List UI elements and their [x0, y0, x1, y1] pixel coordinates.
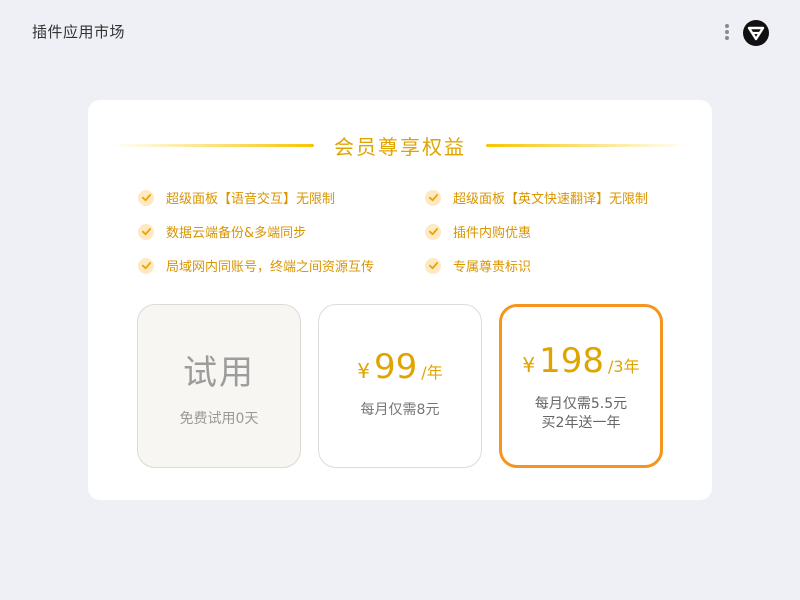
membership-heading: 会员尊享权益	[334, 134, 466, 159]
plan-3year-option[interactable]: ¥ 198 /3年 每月仅需5.5元 买2年送一年	[499, 304, 663, 468]
benefit-label: 插件内购优惠	[453, 226, 532, 241]
check-icon	[425, 223, 441, 240]
more-vertical-icon-dot	[725, 36, 729, 40]
benefit-label: 超级面板【英文快速翻译】无限制	[453, 192, 649, 207]
check-icon	[425, 257, 441, 274]
price-note-line: 每月仅需5.5元	[534, 396, 628, 412]
heading-row: 会员尊享权益	[112, 130, 688, 160]
logo-icon[interactable]	[743, 20, 769, 46]
price-row: ¥ 99 /年	[319, 347, 481, 387]
benefit-label: 局域网内同账号，终端之间资源互传	[166, 260, 375, 275]
price-note-line: 买2年送一年	[541, 415, 621, 431]
plan-trial-option[interactable]: 试用 免费试用0天	[137, 304, 301, 468]
price-row: ¥ 198 /3年	[502, 341, 660, 381]
price-period: /年	[421, 363, 443, 382]
benefit-item: 局域网内同账号，终端之间资源互传	[138, 256, 374, 275]
benefit-item: 数据云端备份&多端同步	[138, 222, 306, 241]
more-vertical-icon-dot	[725, 30, 729, 34]
price-note: 每月仅需5.5元 买2年送一年	[502, 395, 660, 433]
more-options-button[interactable]	[720, 22, 734, 42]
check-icon	[138, 257, 154, 274]
heading-divider-right	[486, 143, 688, 147]
benefit-item: 插件内购优惠	[425, 222, 531, 241]
check-icon	[138, 189, 154, 206]
check-icon	[138, 223, 154, 240]
benefit-item: 超级面板【英文快速翻译】无限制	[425, 188, 648, 207]
currency-symbol: ¥	[357, 359, 371, 383]
benefit-label: 数据云端备份&多端同步	[166, 226, 307, 241]
benefit-item: 超级面板【语音交互】无限制	[138, 188, 335, 207]
trial-title: 试用	[183, 353, 255, 393]
currency-symbol: ¥	[522, 353, 536, 377]
more-vertical-icon-dot	[725, 24, 729, 28]
plan-yearly-option[interactable]: ¥ 99 /年 每月仅需8元	[318, 304, 482, 468]
app-title: 插件应用市场	[32, 23, 126, 41]
price-amount: 198	[539, 341, 605, 381]
benefit-label: 超级面板【语音交互】无限制	[166, 192, 336, 207]
price-note: 每月仅需8元	[360, 402, 440, 418]
check-icon	[425, 189, 441, 206]
benefit-item: 专属尊贵标识	[425, 256, 531, 275]
heading-divider-left	[112, 143, 314, 147]
price-amount: 99	[374, 347, 418, 387]
price-period: /3年	[608, 357, 640, 376]
membership-card: 会员尊享权益 超级面板【语音交互】无限制 超级面板【英文快速翻译】无限制 数据云…	[88, 100, 712, 500]
benefit-label: 专属尊贵标识	[453, 260, 532, 275]
trial-subtitle: 免费试用0天	[179, 411, 259, 427]
